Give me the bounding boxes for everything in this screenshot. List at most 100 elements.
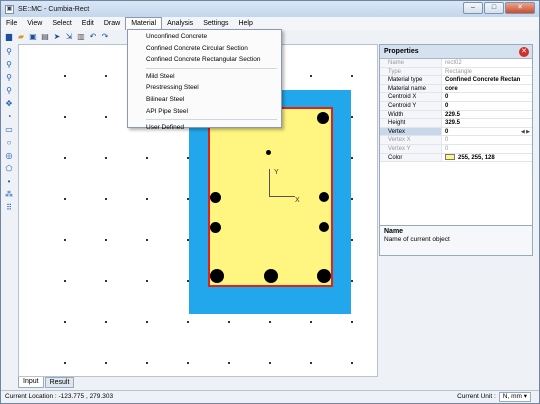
menu-item-confined-circular[interactable]: Confined Concrete Circular Section <box>128 43 281 55</box>
menu-item-mild-steel[interactable]: Mild Steel <box>128 71 281 83</box>
menu-separator <box>146 119 277 121</box>
menu-separator <box>146 67 277 69</box>
rebar[interactable] <box>210 222 221 233</box>
grid-dot <box>351 75 353 77</box>
open-folder-icon[interactable]: ▰ <box>16 32 26 42</box>
close-panel-icon[interactable]: ✕ <box>519 47 529 57</box>
side-toolbar: ⚲ ⚲ ⚲ ⚲ ✥ ◔ ▭ ○ ◎ ⬠ • ⁂ ⠿ <box>3 45 17 375</box>
vertex-spinner-icon[interactable]: ◀ ▶ <box>521 128 532 136</box>
grid-dot <box>64 75 66 77</box>
properties-title: Properties <box>384 48 419 55</box>
core-concrete-rect[interactable] <box>208 107 333 287</box>
select-multi-icon[interactable]: ⇲ <box>64 32 74 42</box>
grid-dot <box>146 280 148 282</box>
ring-icon[interactable]: ◎ <box>3 149 15 161</box>
property-row[interactable]: Centroid X 0 <box>380 93 532 102</box>
zoom-extents-icon[interactable]: ⚲ <box>3 84 15 96</box>
save-icon[interactable]: ▣ <box>28 32 38 42</box>
circular-array-icon[interactable]: ⁂ <box>3 188 15 200</box>
property-row[interactable]: Vertex 0 ◀ ▶ <box>380 127 532 137</box>
rebar[interactable] <box>319 192 329 202</box>
property-value[interactable]: 255, 255, 128 <box>442 153 532 162</box>
menu-file[interactable]: File <box>1 17 22 30</box>
grid-dot <box>351 157 353 159</box>
maximize-icon[interactable]: □ <box>484 2 504 14</box>
zoom-window-icon[interactable]: ⚲ <box>3 71 15 83</box>
undo-icon[interactable]: ↶ <box>88 32 98 42</box>
tab-result[interactable]: Result <box>44 377 75 388</box>
property-row[interactable]: Name rect02 <box>380 59 532 68</box>
menu-item-prestressing-steel[interactable]: Prestressing Steel <box>128 82 281 94</box>
property-key: Centroid Y <box>380 101 442 110</box>
window-title: SE::MC - Cumbia-Rect <box>18 5 90 13</box>
property-row[interactable]: Type Rectangle <box>380 67 532 77</box>
property-row[interactable]: Material type Confined Concrete Rectan <box>380 76 532 85</box>
property-row[interactable]: Material name core <box>380 84 532 94</box>
rebar[interactable] <box>317 269 331 283</box>
property-value[interactable]: Confined Concrete Rectan <box>442 76 532 84</box>
unit-readout: Current Unit : N, mm ▾ <box>457 391 531 403</box>
title-bar: ▣ SE::MC - Cumbia-Rect – □ ✕ <box>1 1 539 17</box>
polygon-icon[interactable]: ⬠ <box>3 162 15 174</box>
rectangle-icon[interactable]: ▭ <box>3 123 15 135</box>
rebar[interactable] <box>264 269 278 283</box>
property-row[interactable]: Vertex Y 0 <box>380 144 532 154</box>
point-icon[interactable]: • <box>3 175 15 187</box>
grid-dot <box>64 362 66 364</box>
property-key: Name <box>380 59 442 67</box>
grid-dot <box>187 362 189 364</box>
redo-icon[interactable]: ↷ <box>100 32 110 42</box>
print-icon[interactable]: ▤ <box>40 32 50 42</box>
unit-select[interactable]: N, mm ▾ <box>498 392 531 402</box>
menu-item-unconfined-concrete[interactable]: Unconfined Concrete <box>128 31 281 43</box>
rebar[interactable] <box>266 150 271 155</box>
property-value[interactable]: 0 <box>442 93 532 101</box>
menu-item-confined-rectangular[interactable]: Confined Concrete Rectangular Section <box>128 54 281 66</box>
grid-dot <box>310 321 312 323</box>
menu-select[interactable]: Select <box>47 17 76 30</box>
property-row[interactable]: Vertex X 0 <box>380 136 532 145</box>
delete-icon[interactable]: ▥ <box>76 32 86 42</box>
property-value[interactable]: 0 ◀ ▶ <box>442 128 532 136</box>
grid-array-icon[interactable]: ⠿ <box>3 201 15 213</box>
property-value[interactable]: 0 <box>442 102 532 110</box>
minimize-icon[interactable]: – <box>463 2 483 14</box>
grid-dot <box>228 321 230 323</box>
zoom-in-icon[interactable]: ⚲ <box>3 45 15 57</box>
property-value[interactable]: 329.5 <box>442 119 532 127</box>
grid-dot <box>64 198 66 200</box>
grid-dot <box>105 75 107 77</box>
grid-dot <box>105 157 107 159</box>
menu-edit[interactable]: Edit <box>77 17 99 30</box>
menu-item-user-defined[interactable]: User Defined <box>128 122 281 134</box>
property-value: rect02 <box>445 60 462 66</box>
menu-view[interactable]: View <box>22 17 47 30</box>
property-value[interactable]: core <box>442 85 532 93</box>
y-axis <box>269 169 270 197</box>
property-row[interactable]: Centroid Y 0 <box>380 101 532 111</box>
menu-item-api-pipe-steel[interactable]: API Pipe Steel <box>128 106 281 118</box>
rebar[interactable] <box>210 269 224 283</box>
rebar[interactable] <box>319 222 329 232</box>
property-row[interactable]: Color 255, 255, 128 <box>380 153 532 163</box>
zoom-out-icon[interactable]: ⚲ <box>3 58 15 70</box>
app-window: ▣ SE::MC - Cumbia-Rect – □ ✕ File View S… <box>0 0 540 404</box>
rebar[interactable] <box>210 192 221 203</box>
property-value: 0 <box>445 137 449 144</box>
tab-input[interactable]: Input <box>18 377 44 388</box>
select-pointer-icon[interactable]: ➤ <box>52 32 62 42</box>
property-row[interactable]: Width 229.5 <box>380 110 532 120</box>
circle-icon[interactable]: ○ <box>3 136 15 148</box>
property-row[interactable]: Height 329.5 <box>380 119 532 128</box>
menu-item-bilinear-steel[interactable]: Bilinear Steel <box>128 94 281 106</box>
pan-icon[interactable]: ✥ <box>3 97 15 109</box>
close-icon[interactable]: ✕ <box>505 2 535 14</box>
y-axis-label: Y <box>274 169 279 176</box>
menu-draw[interactable]: Draw <box>99 17 125 30</box>
property-value[interactable]: 229.5 <box>442 111 532 119</box>
new-file-icon[interactable]: ▆ <box>4 32 14 42</box>
rebar[interactable] <box>317 112 329 124</box>
property-key: Vertex X <box>380 136 442 144</box>
rotate-icon[interactable]: ◔ <box>3 110 15 122</box>
color-swatch[interactable] <box>445 153 455 160</box>
